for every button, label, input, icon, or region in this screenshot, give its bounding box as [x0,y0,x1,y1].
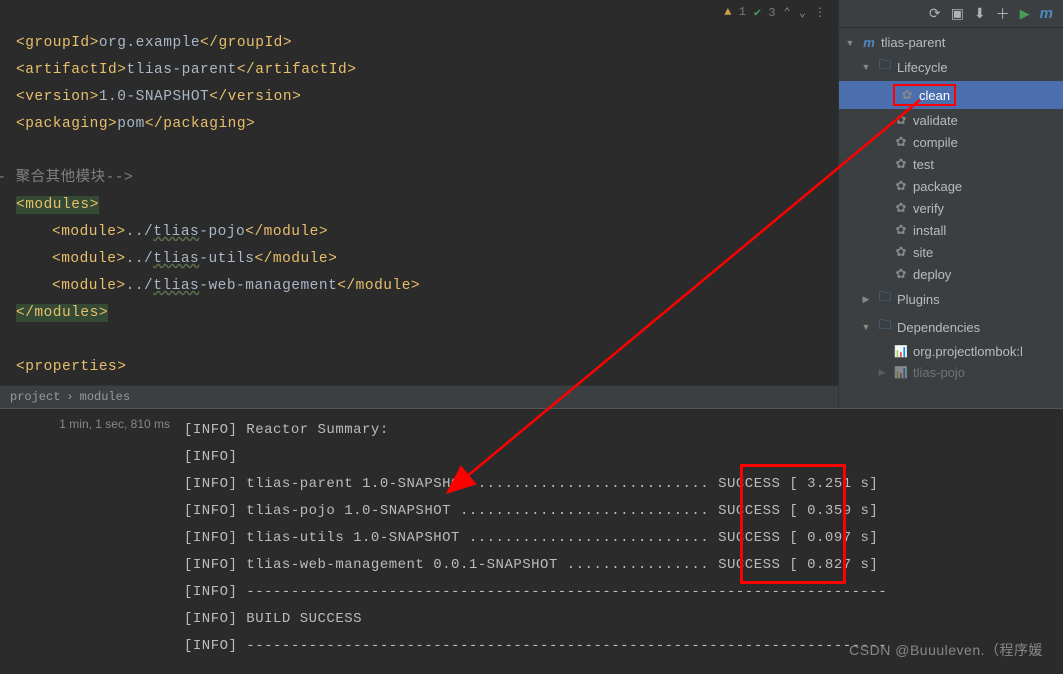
lifecycle-test[interactable]: ✿test [839,153,1063,175]
build-timer: 1 min, 1 sec, 810 ms [0,409,180,674]
refresh-icon[interactable]: ⟳ [929,5,941,22]
gear-icon: ✿ [893,222,909,238]
lifecycle-package[interactable]: ✿package [839,175,1063,197]
breadcrumb-item[interactable]: modules [80,390,130,404]
maven-tree[interactable]: ▼m tlias-parent ▼🗀 Lifecycle ✿ clean ✿va… [839,28,1063,408]
console-line: [INFO] tlias-parent 1.0-SNAPSHOT .......… [184,471,1059,498]
breadcrumb[interactable]: project › modules [0,385,838,408]
folder-icon: 🗀 [877,56,893,78]
dependency-lombok[interactable]: 📊org.projectlombok:l [839,341,1063,362]
console-output[interactable]: [INFO] Reactor Summary: [INFO] [INFO] tl… [180,409,1063,674]
lifecycle-clean[interactable]: ✿ clean [839,81,1063,109]
lifecycle-install[interactable]: ✿install [839,219,1063,241]
lifecycle-verify[interactable]: ✿verify [839,197,1063,219]
tree-lifecycle[interactable]: ▼🗀 Lifecycle [839,53,1063,81]
dependency-tlias[interactable]: ▶📊tlias-pojo [839,362,1063,383]
gear-icon: ✿ [893,244,909,260]
gear-icon: ✿ [899,87,915,103]
maven-icon[interactable]: m [1040,5,1053,22]
tree-dependencies[interactable]: ▼🗀Dependencies [839,313,1063,341]
maven-module-icon: m [861,35,877,50]
gear-icon: ✿ [893,112,909,128]
editor-status-bar: ▲ 1 ✔ 3 ⌃ ⌄ ⋮ [0,0,838,24]
maven-toolbar: ⟳ ▣ ⬇ ＋ ▶ m [839,0,1063,28]
run-icon[interactable]: ▶ [1020,6,1030,22]
add-icon[interactable]: ＋ [996,4,1010,24]
folder-icon: 🗀 [877,316,893,338]
console-line: [INFO] BUILD SUCCESS [184,606,1059,633]
lifecycle-validate[interactable]: ✿validate [839,109,1063,131]
console-line: [INFO] ---------------------------------… [184,579,1059,606]
next-issue-icon[interactable]: ⌄ [799,5,806,20]
gear-icon: ✿ [893,266,909,282]
download-icon[interactable]: ⬇ [974,5,986,22]
gear-icon: ✿ [893,134,909,150]
prev-issue-icon[interactable]: ⌃ [784,5,791,20]
warning-indicator[interactable]: ▲ 1 [724,5,746,19]
more-icon[interactable]: ⋮ [814,5,826,20]
gear-icon: ✿ [893,156,909,172]
folder-icon: 🗀 [877,288,893,310]
lifecycle-compile[interactable]: ✿compile [839,131,1063,153]
build-console: 1 min, 1 sec, 810 ms [INFO] Reactor Summ… [0,408,1063,674]
gear-icon: ✿ [893,200,909,216]
checks-indicator[interactable]: ✔ 3 [754,5,776,20]
lifecycle-site[interactable]: ✿site [839,241,1063,263]
code-editor[interactable]: <groupId>org.example</groupId> <artifact… [0,24,838,385]
library-icon: 📊 [893,345,909,358]
console-line: [INFO] tlias-web-management 0.0.1-SNAPSH… [184,552,1059,579]
generate-icon[interactable]: ▣ [951,5,964,22]
maven-tool-window: ⟳ ▣ ⬇ ＋ ▶ m ▼m tlias-parent ▼🗀 Lifecycle… [838,0,1063,408]
gear-icon: ✿ [893,178,909,194]
console-line: [INFO] tlias-utils 1.0-SNAPSHOT ........… [184,525,1059,552]
tree-project-root[interactable]: ▼m tlias-parent [839,32,1063,53]
breadcrumb-item[interactable]: project [10,390,60,404]
console-line: [INFO] Reactor Summary: [184,417,1059,444]
console-line: [INFO] tlias-pojo 1.0-SNAPSHOT .........… [184,498,1059,525]
lifecycle-deploy[interactable]: ✿deploy [839,263,1063,285]
console-line: [INFO] [184,444,1059,471]
tree-plugins[interactable]: ▶🗀Plugins [839,285,1063,313]
watermark-text: CSDN @Buuuleven.（程序媛 [849,637,1043,664]
library-icon: 📊 [893,366,909,379]
